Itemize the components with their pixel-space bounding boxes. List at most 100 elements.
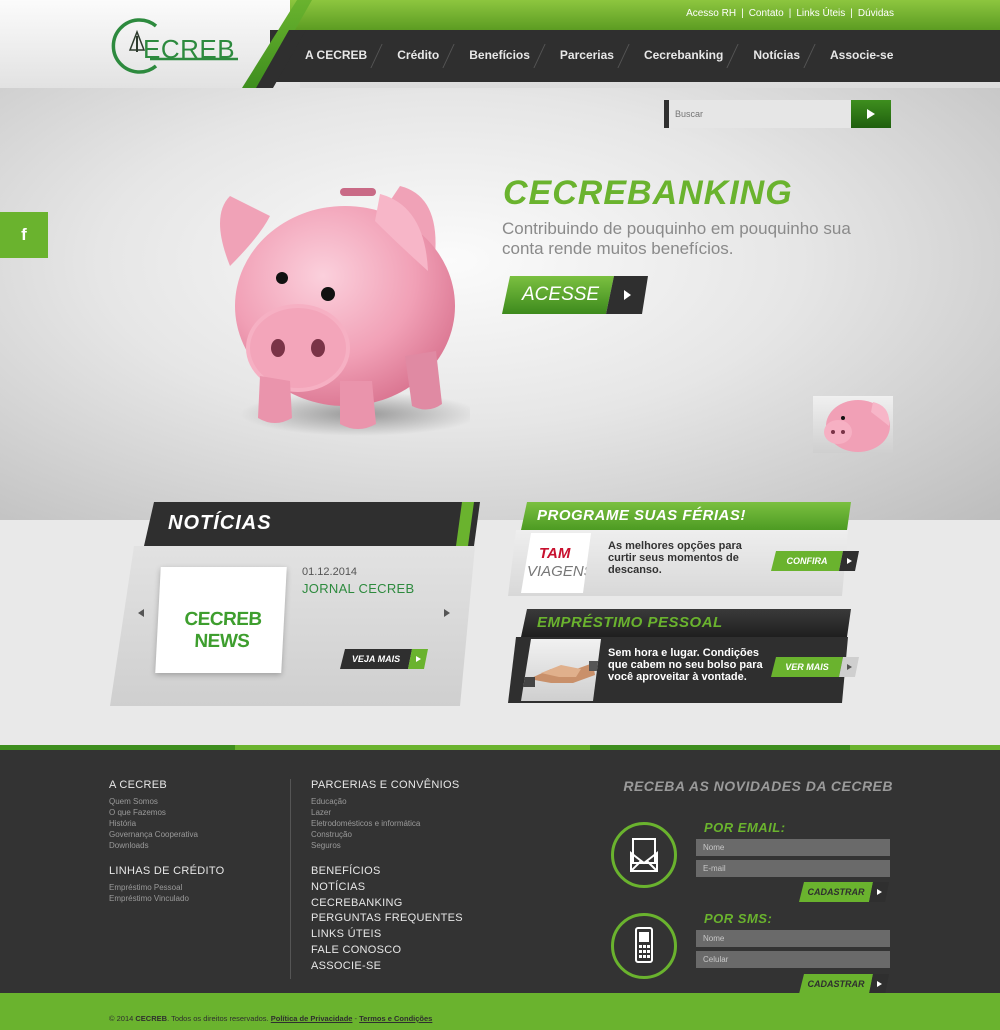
email-name-input[interactable]: [696, 839, 890, 856]
por-sms-label: POR SMS:: [704, 911, 773, 926]
copyright-text: © 2014 CECREB. Todos os direitos reserva…: [109, 1014, 433, 1023]
handshake-image: [521, 639, 601, 701]
nav-item-associe-se[interactable]: Associe-se: [815, 30, 908, 80]
ver-mais-button[interactable]: VER MAIS: [771, 657, 861, 677]
confira-button[interactable]: CONFIRA: [771, 551, 861, 571]
footer-link[interactable]: Lazer: [311, 807, 420, 818]
footer-link[interactable]: Educação: [311, 796, 420, 807]
terms-link[interactable]: Termos e Condições: [359, 1014, 432, 1023]
piggy-bank-image: [220, 186, 470, 436]
cecreb-logo[interactable]: ECREB: [110, 16, 250, 76]
top-link-acesso-rh[interactable]: Acesso RH: [686, 8, 736, 19]
mobile-phone-icon: [611, 913, 677, 979]
top-link-duvidas[interactable]: Dúvidas: [858, 8, 894, 19]
footer-heading-a-cecreb[interactable]: A CECREB: [109, 779, 167, 791]
news-image[interactable]: CECREB NEWS: [155, 567, 287, 673]
ferias-title: PROGRAME SUAS FÉRIAS!: [537, 507, 746, 524]
nav-item-beneficios[interactable]: Benefícios: [454, 30, 545, 80]
hero-button-label: ACESSE: [502, 276, 614, 314]
emprestimo-title: EMPRÉSTIMO PESSOAL: [537, 614, 723, 631]
ferias-text: As melhores opções para curtir seus mome…: [608, 540, 742, 576]
nav-item-cecrebanking[interactable]: Cecrebanking: [629, 30, 738, 80]
hero-acesse-button[interactable]: ACESSE: [502, 276, 648, 314]
nav-item-credito[interactable]: Crédito: [382, 30, 454, 80]
copyright-brand: CECREB: [135, 1014, 168, 1023]
ferias-header: PROGRAME SUAS FÉRIAS!: [521, 502, 851, 530]
cadastrar-label: CADASTRAR: [799, 974, 873, 994]
news-image-text: CECREB NEWS: [183, 609, 263, 652]
search-input[interactable]: [675, 106, 845, 122]
hero-subtitle: Contribuindo de pouquinho em pouquinho s…: [502, 219, 851, 258]
newsletter-title: RECEBA AS NOVIDADES DA CECREB: [623, 778, 893, 794]
nav-item-parcerias[interactable]: Parcerias: [545, 30, 629, 80]
footer-link[interactable]: Quem Somos: [109, 796, 198, 807]
cadastrar-email-button[interactable]: CADASTRAR: [799, 882, 889, 902]
play-arrow-icon: [867, 109, 875, 119]
copyright-bar: [0, 993, 1000, 1030]
footer-link-cecrebanking[interactable]: CECREBANKING: [311, 896, 463, 912]
footer-divider: [290, 779, 291, 979]
emprestimo-header: EMPRÉSTIMO PESSOAL: [521, 609, 851, 637]
footer-link-fale-conosco[interactable]: FALE CONOSCO: [311, 943, 463, 959]
slide-thumbnail[interactable]: [813, 396, 893, 453]
envelope-icon: [611, 822, 677, 888]
nav-item-noticias[interactable]: Notícias: [738, 30, 815, 80]
hero-banner: f CECREBANKING Contribuindo de: [0, 88, 1000, 520]
noticias-title: NOTÍCIAS: [168, 512, 272, 534]
top-links: Acesso RH | Contato | Links Úteis | Dúvidas: [686, 8, 894, 19]
nav-item-a-cecreb[interactable]: A CECREB: [290, 30, 382, 80]
footer-link-noticias[interactable]: NOTÍCIAS: [311, 880, 463, 896]
sms-name-input[interactable]: [696, 930, 890, 947]
sms-phone-input[interactable]: [696, 951, 890, 968]
footer-links-linhas-credito: Empréstimo Pessoal Empréstimo Vinculado: [109, 882, 189, 904]
emprestimo-text: Sem hora e lugar. Condições que cabem no…: [608, 647, 763, 683]
footer-link[interactable]: Downloads: [109, 840, 198, 851]
tam-viagens-logo: TAM VIAGENS: [521, 533, 591, 593]
footer-link[interactable]: Governança Cooperativa: [109, 829, 198, 840]
hero-title: CECREBANKING: [503, 174, 793, 212]
search-button[interactable]: [851, 100, 891, 128]
footer-link-beneficios[interactable]: BENEFÍCIOS: [311, 864, 463, 880]
news-date: 01.12.2014: [302, 566, 358, 578]
footer-heading-linhas-credito[interactable]: LINHAS DE CRÉDITO: [109, 865, 225, 877]
footer-links-a-cecreb: Quem Somos O que Fazemos História Govern…: [109, 796, 198, 851]
top-link-contato[interactable]: Contato: [749, 8, 784, 19]
footer-link[interactable]: Empréstimo Vinculado: [109, 893, 189, 904]
top-link-links-uteis[interactable]: Links Úteis: [796, 8, 845, 19]
footer-link-perguntas[interactable]: PERGUNTAS FREQUENTES: [311, 911, 463, 927]
footer-main-links: BENEFÍCIOS NOTÍCIAS CECREBANKING PERGUNT…: [311, 864, 463, 975]
footer-link[interactable]: Seguros: [311, 840, 420, 851]
footer-links-parcerias: Educação Lazer Eletrodomésticos e inform…: [311, 796, 420, 851]
cadastrar-sms-button[interactable]: CADASTRAR: [799, 974, 889, 994]
veja-mais-label: VEJA MAIS: [340, 649, 412, 669]
footer-link-associe-se[interactable]: ASSOCIE-SE: [311, 959, 463, 975]
email-input[interactable]: [696, 860, 890, 877]
por-email-label: POR EMAIL:: [704, 820, 786, 835]
carousel-next-icon[interactable]: [444, 609, 450, 617]
search-box: [664, 100, 891, 128]
footer-link-links-uteis[interactable]: LINKS ÚTEIS: [311, 927, 463, 943]
copyright-rest: . Todos os direitos reservados.: [167, 1014, 269, 1023]
carousel-prev-icon[interactable]: [138, 609, 144, 617]
tam-logo-text: TAM: [539, 545, 571, 562]
veja-mais-button[interactable]: VEJA MAIS: [340, 649, 430, 669]
news-headline[interactable]: JORNAL CECREB: [302, 581, 415, 596]
footer-link[interactable]: Empréstimo Pessoal: [109, 882, 189, 893]
ver-mais-label: VER MAIS: [771, 657, 843, 677]
logo-text: ECREB: [143, 34, 236, 64]
footer-link[interactable]: História: [109, 818, 198, 829]
viagens-logo-text: VIAGENS: [527, 563, 594, 580]
confira-label: CONFIRA: [771, 551, 843, 571]
privacy-policy-link[interactable]: Política de Privacidade: [271, 1014, 353, 1023]
footer-link[interactable]: Construção: [311, 829, 420, 840]
noticias-panel: NOTÍCIAS CECREB NEWS: [110, 502, 480, 707]
footer-heading-parcerias[interactable]: PARCERIAS E CONVÊNIOS: [311, 779, 460, 791]
play-arrow-icon: [623, 290, 631, 300]
main-nav: A CECREB Crédito Benefícios Parcerias Ce…: [290, 30, 908, 80]
copyright-year: © 2014: [109, 1014, 134, 1023]
footer-link[interactable]: O que Fazemos: [109, 807, 198, 818]
cadastrar-label: CADASTRAR: [799, 882, 873, 902]
piggy-thumbnail-image: [824, 400, 890, 452]
facebook-button[interactable]: f: [0, 212, 48, 258]
footer-link[interactable]: Eletrodomésticos e informática: [311, 818, 420, 829]
